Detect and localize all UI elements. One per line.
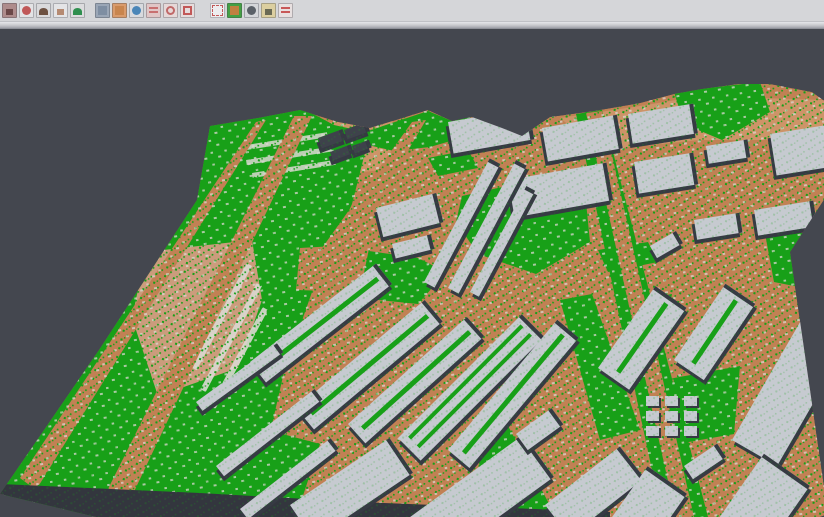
globe-icon[interactable]: [129, 3, 144, 18]
clip-region-icon-glyph: [212, 5, 223, 16]
profile-icon[interactable]: [146, 3, 161, 18]
fence-icon[interactable]: [180, 3, 195, 18]
project-icon[interactable]: [2, 3, 17, 18]
template-icon[interactable]: [261, 3, 276, 18]
section-icon[interactable]: [95, 3, 110, 18]
template-icon-glyph: [265, 9, 272, 15]
terrain-icon[interactable]: [36, 3, 51, 18]
section-icon-glyph: [98, 6, 107, 15]
toolbar-group: [95, 0, 197, 18]
target-icon[interactable]: [163, 3, 178, 18]
project-icon-glyph: [6, 9, 13, 15]
profile-icon-glyph: [149, 7, 158, 15]
ortho-icon-glyph: [115, 6, 124, 15]
mesh-sphere-icon[interactable]: [244, 3, 259, 18]
terrain-icon-glyph: [39, 8, 48, 15]
ruler-icon-glyph: [281, 7, 290, 15]
toolbar: [0, 0, 824, 22]
toolbar-group: [2, 0, 87, 18]
dem-icon[interactable]: [70, 3, 85, 18]
ruler-icon[interactable]: [278, 3, 293, 18]
dem-icon-glyph: [73, 8, 82, 15]
mesh-sphere-icon-glyph: [247, 6, 256, 15]
scatter-icon-glyph: [57, 9, 64, 15]
target-icon-glyph: [166, 6, 175, 15]
fence-icon-glyph: [183, 6, 192, 15]
points-icon-glyph: [22, 6, 31, 15]
clip-region-icon[interactable]: [210, 3, 225, 18]
points-icon[interactable]: [19, 3, 34, 18]
ortho-icon[interactable]: [112, 3, 127, 18]
viewport-3d[interactable]: [0, 29, 824, 517]
scatter-icon[interactable]: [53, 3, 68, 18]
classified-map-icon[interactable]: [227, 3, 242, 18]
toolbar-group: [210, 0, 295, 18]
globe-icon-glyph: [132, 6, 141, 15]
scene-svg: [0, 29, 824, 517]
classified-map-icon-glyph: [230, 6, 239, 15]
toolbar-edge: [0, 22, 824, 29]
app-window: [0, 0, 824, 517]
